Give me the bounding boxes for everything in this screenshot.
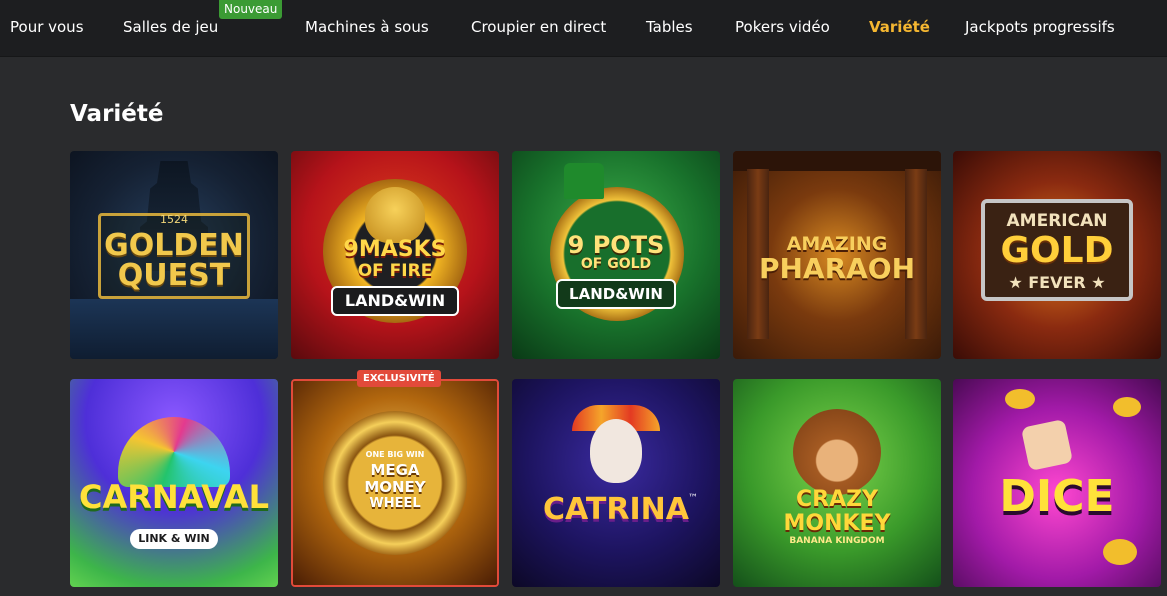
game-logo-line2: PHARAOH [758, 252, 916, 285]
dice-icon [1020, 418, 1074, 472]
game-logo-line1: CARNAVAL [78, 478, 269, 516]
link-win-badge: LINK & WIN [130, 529, 218, 549]
game-logo-line3: BANANA KINGDOM [789, 536, 885, 546]
game-tile-american-gold-fever[interactable]: AMERICAN GOLD ★ FEVER ★ [953, 151, 1161, 359]
game-logo-line3: WHEEL [369, 496, 421, 511]
coin-icon [1005, 389, 1035, 409]
mask-illustration [365, 187, 425, 243]
game-logo-line2: GOLD [1000, 230, 1114, 271]
catrina-face [590, 419, 642, 483]
new-badge: Nouveau [219, 0, 283, 19]
nav-tab-pour-vous[interactable]: Pour vous [10, 17, 84, 37]
game-logo-line2: OF GOLD [580, 256, 652, 272]
game-tile-9-masks-of-fire[interactable]: 9MASKS OF FIRE LAND&WIN [291, 151, 499, 359]
game-logo-line1: 9MASKS [343, 237, 447, 262]
game-logo-line2: OF FIRE [357, 261, 433, 281]
game-logo-line3: ★ FEVER ★ [1008, 273, 1106, 292]
trademark-symbol: ™ [688, 493, 698, 504]
game-logo-line2: MONKEY [783, 511, 891, 536]
coin-icon [1103, 539, 1137, 565]
game-logo-line2: MONEY [364, 478, 426, 496]
nav-tab-jackpots-progressifs[interactable]: Jackpots progressifs [965, 17, 1115, 37]
game-logo-tagline: ONE BIG WIN [365, 450, 425, 459]
nav-tab-tables[interactable]: Tables [646, 17, 693, 37]
game-tile-9-pots-of-gold[interactable]: 9 POTS OF GOLD LAND&WIN [512, 151, 720, 359]
game-tile-carnaval[interactable]: CARNAVAL LINK & WIN [70, 379, 278, 587]
water-reflection [70, 299, 278, 359]
nav-tab-pokers-video[interactable]: Pokers vidéo [735, 17, 830, 37]
monkey-illustration [793, 409, 881, 495]
temple-frieze [733, 151, 941, 171]
land-win-badge: LAND&WIN [331, 286, 459, 316]
logo-year: 1524 [160, 213, 188, 226]
game-logo-line1: AMERICAN [1006, 211, 1108, 231]
game-tile-golden-quest[interactable]: 1524 GOLDEN QUEST [70, 151, 278, 359]
game-logo-line1: CRAZY [796, 487, 878, 512]
section-title: Variété [70, 101, 164, 127]
land-win-badge: LAND&WIN [556, 279, 676, 309]
exclusive-badge: EXCLUSIVITÉ [357, 370, 441, 387]
nav-tab-croupier-en-direct[interactable]: Croupier en direct [471, 17, 606, 37]
game-tile-catrina[interactable]: CATRINA ™ [512, 379, 720, 587]
coin-icon [1113, 397, 1141, 417]
top-navigation: Pour vous Salles de jeu Nouveau Machines… [0, 0, 1167, 57]
nav-tab-salles-de-jeu[interactable]: Salles de jeu [123, 17, 218, 37]
game-tile-crazy-monkey[interactable]: CRAZY MONKEY BANANA KINGDOM [733, 379, 941, 587]
game-logo-line1: GOLDEN [104, 228, 244, 263]
game-tile-dice[interactable]: DICE [953, 379, 1161, 587]
game-logo-line1: 9 POTS [567, 231, 665, 259]
game-tile-mega-money-wheel[interactable]: ONE BIG WIN MEGA MONEY WHEEL [291, 379, 499, 587]
nav-tab-variete[interactable]: Variété [869, 17, 930, 37]
game-logo-line1: MEGA [370, 461, 420, 479]
leprechaun-hat [564, 163, 604, 199]
game-logo-line1: DICE [999, 471, 1115, 522]
game-tile-amazing-pharaoh[interactable]: AMAZING PHARAOH [733, 151, 941, 359]
nav-tab-machines-a-sous[interactable]: Machines à sous [305, 17, 429, 37]
game-logo-line2: QUEST [117, 258, 231, 293]
